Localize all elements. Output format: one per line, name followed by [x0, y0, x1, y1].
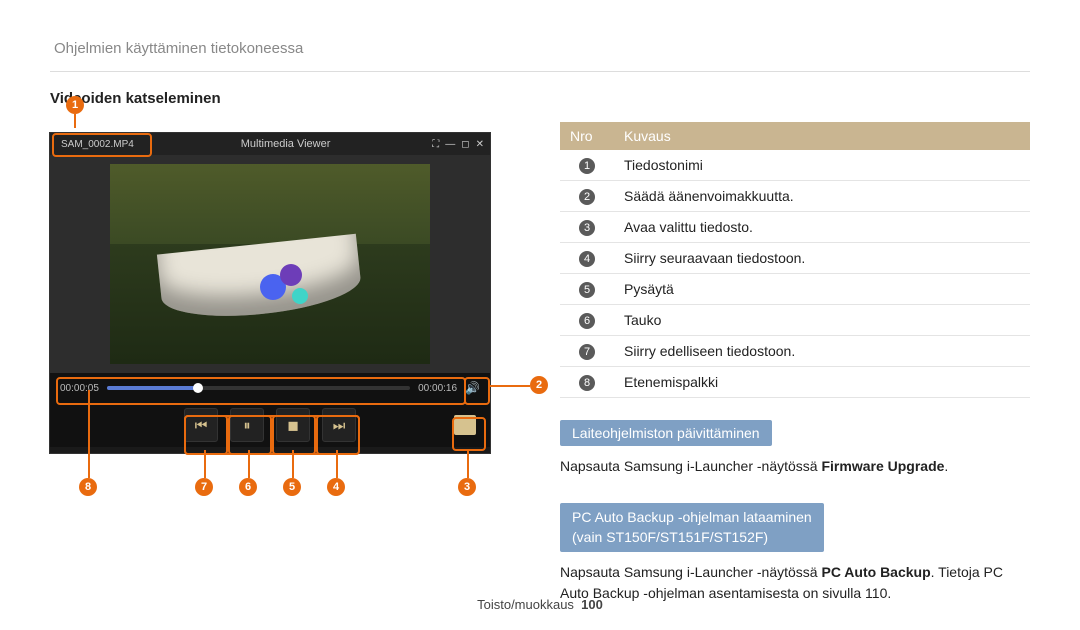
table-row: 7 Siirry edelliseen tiedostoon.	[560, 336, 1030, 367]
viewer-title: Multimedia Viewer	[139, 138, 432, 150]
time-elapsed: 00:00:05	[60, 383, 99, 394]
callout-line-6	[248, 450, 250, 478]
table-row: 4 Siirry seuraavaan tiedostoon.	[560, 243, 1030, 274]
right-column: Nro Kuvaus 1 Tiedostonimi 2 Säädä äänenv…	[560, 90, 1030, 604]
row-num-2: 2	[579, 189, 595, 205]
filename-label: SAM_0002.MP4	[56, 137, 139, 152]
firmware-heading: Laiteohjelmiston päivittäminen	[560, 420, 772, 446]
firmware-text-post: .	[944, 458, 948, 474]
table-row: 6 Tauko	[560, 305, 1030, 336]
pause-button[interactable]: ⏸	[230, 408, 264, 442]
row-num-5: 5	[579, 282, 595, 298]
boat-shape	[157, 234, 363, 325]
table-row: 3 Avaa valittu tiedosto.	[560, 212, 1030, 243]
callout-line-8	[88, 390, 90, 478]
table-row: 1 Tiedostonimi	[560, 150, 1030, 181]
row-num-4: 4	[579, 251, 595, 267]
row-desc-8: Etenemispalkki	[614, 367, 1030, 398]
volume-icon[interactable]: 🔊	[465, 381, 480, 395]
stop-button[interactable]: ◼	[276, 408, 310, 442]
progress-knob[interactable]	[193, 383, 203, 393]
backup-heading: PC Auto Backup -ohjelman lataaminen (vai…	[560, 503, 824, 552]
row-num-7: 7	[579, 344, 595, 360]
callout-line-2	[490, 385, 530, 387]
footer-section: Toisto/muokkaus	[477, 597, 574, 612]
callout-2: 2	[530, 376, 548, 394]
callout-5: 5	[283, 478, 301, 496]
row-num-8: 8	[579, 375, 595, 391]
row-num-6: 6	[579, 313, 595, 329]
multimedia-viewer: SAM_0002.MP4 Multimedia Viewer ⛶ — ◻ ✕	[50, 133, 490, 453]
callout-table: Nro Kuvaus 1 Tiedostonimi 2 Säädä äänenv…	[560, 122, 1030, 398]
callout-line-3	[467, 450, 469, 478]
table-row: 2 Säädä äänenvoimakkuutta.	[560, 181, 1030, 212]
window-icons: ⛶ — ◻ ✕	[432, 139, 484, 150]
open-folder-button[interactable]	[454, 415, 476, 435]
firmware-text-bold: Firmware Upgrade	[821, 458, 944, 474]
sphere-purple	[280, 264, 302, 286]
callout-3: 3	[458, 478, 476, 496]
row-desc-5: Pysäytä	[614, 274, 1030, 305]
backup-text-bold: PC Auto Backup	[821, 564, 930, 580]
footer-page: 100	[581, 597, 603, 612]
firmware-text-pre: Napsauta Samsung i-Launcher -näytössä	[560, 458, 821, 474]
row-desc-6: Tauko	[614, 305, 1030, 336]
minimize-icon[interactable]: —	[445, 139, 455, 150]
video-frame	[110, 164, 430, 364]
controls-bar: ⏮ ⏸ ◼ ⏭	[50, 403, 490, 447]
callout-line-5	[292, 450, 294, 478]
backup-heading-line2: (vain ST150F/ST151F/ST152F)	[572, 529, 768, 545]
backup-heading-line1: PC Auto Backup -ohjelman lataaminen	[572, 509, 812, 525]
callout-line-1	[74, 114, 76, 128]
row-desc-7: Siirry edelliseen tiedostoon.	[614, 336, 1030, 367]
callout-7: 7	[195, 478, 213, 496]
callout-line-4	[336, 450, 338, 478]
prev-button[interactable]: ⏮	[184, 408, 218, 442]
progress-fill	[107, 386, 198, 390]
row-desc-1: Tiedostonimi	[614, 150, 1030, 181]
firmware-text: Napsauta Samsung i-Launcher -näytössä Fi…	[560, 456, 1030, 477]
callout-line-7	[204, 450, 206, 478]
callout-4: 4	[327, 478, 345, 496]
progress-bar[interactable]	[107, 386, 410, 390]
page-footer: Toisto/muokkaus 100	[0, 597, 1080, 612]
row-num-3: 3	[579, 220, 595, 236]
row-desc-3: Avaa valittu tiedosto.	[614, 212, 1030, 243]
close-icon[interactable]: ✕	[476, 139, 484, 150]
fullscreen-icon[interactable]: ⛶	[432, 139, 439, 150]
breadcrumb: Ohjelmien käyttäminen tietokoneessa	[54, 40, 1030, 57]
viewer-titlebar: SAM_0002.MP4 Multimedia Viewer ⛶ — ◻ ✕	[50, 133, 490, 155]
callout-6: 6	[239, 478, 257, 496]
video-canvas	[50, 155, 490, 373]
divider	[50, 71, 1030, 72]
left-column: Videoiden katseleminen 1 SAM_0002.MP4 Mu…	[50, 90, 530, 604]
row-desc-4: Siirry seuraavaan tiedostoon.	[614, 243, 1030, 274]
next-button[interactable]: ⏭	[322, 408, 356, 442]
table-row: 8 Etenemispalkki	[560, 367, 1030, 398]
callout-1: 1	[66, 96, 84, 114]
callout-8: 8	[79, 478, 97, 496]
time-total: 00:00:16	[418, 383, 457, 394]
th-kuvaus: Kuvaus	[614, 122, 1030, 150]
row-desc-2: Säädä äänenvoimakkuutta.	[614, 181, 1030, 212]
maximize-icon[interactable]: ◻	[461, 139, 469, 150]
row-num-1: 1	[579, 158, 595, 174]
progress-area: 00:00:05 00:00:16 🔊	[50, 373, 490, 403]
backup-text-pre: Napsauta Samsung i-Launcher -näytössä	[560, 564, 821, 580]
sphere-teal	[292, 288, 308, 304]
th-nro: Nro	[560, 122, 614, 150]
left-heading: Videoiden katseleminen	[50, 90, 530, 107]
table-row: 5 Pysäytä	[560, 274, 1030, 305]
